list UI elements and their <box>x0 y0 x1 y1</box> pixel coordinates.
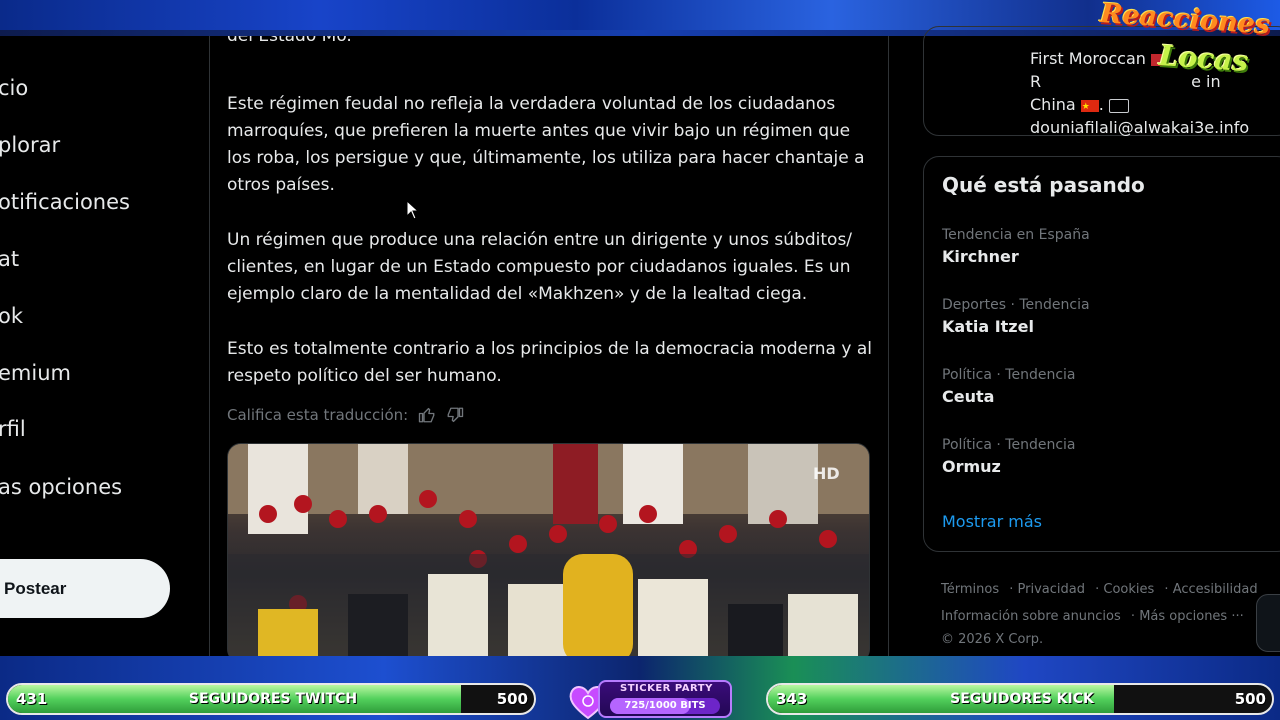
nav-item-inicio[interactable]: cio <box>0 76 28 100</box>
right-sidebar: First Moroccan Re in China . douniafilal… <box>890 26 1280 656</box>
nav-item-premium[interactable]: emium <box>0 361 71 385</box>
nav-item-chat[interactable]: at <box>0 247 19 271</box>
post-paragraph-2: Un régimen que produce una relación entr… <box>227 230 853 304</box>
footer-link-privacidad[interactable]: Privacidad <box>1018 582 1085 597</box>
trend-context: Tendencia en España <box>942 227 1090 243</box>
footer-copyright: © 2026 X Corp. <box>941 632 1044 647</box>
footer-link-terminos[interactable]: Términos <box>941 582 999 597</box>
trend-item[interactable]: Política · Tendencia Ormuz <box>942 435 1076 479</box>
sticker-party-bar: 725/1000 BITS <box>610 698 720 714</box>
grok-floating-button[interactable] <box>1256 594 1280 652</box>
bio-email-link[interactable]: douniafilali@alwakai3e.info <box>1030 116 1280 139</box>
trend-item[interactable]: Tendencia en España Kirchner <box>942 225 1090 269</box>
trend-item[interactable]: Política · Tendencia Ceuta <box>942 365 1076 409</box>
show-more-link[interactable]: Mostrar más <box>942 512 1042 531</box>
footer-link-accesibilidad[interactable]: Accesibilidad <box>1173 582 1258 597</box>
kick-followers-goal-bar: 343 SEGUIDORES KICK 500 <box>766 683 1274 715</box>
twitch-goal-label: SEGUIDORES TWITCH <box>188 691 358 707</box>
nav-item-explorar[interactable]: plorar <box>0 133 60 157</box>
sticker-party-widget: STICKER PARTY 725/1000 BITS <box>598 680 732 718</box>
post-button[interactable]: Postear <box>0 559 170 618</box>
nav-item-notificaciones[interactable]: otificaciones <box>0 190 130 214</box>
trend-context: Política · Tendencia <box>942 437 1076 453</box>
trend-name: Kirchner <box>942 247 1019 266</box>
twitch-goal-target: 500 <box>496 690 528 708</box>
post-paragraph-1: Este régimen feudal no refleja la verdad… <box>227 94 865 195</box>
trend-context: Deportes · Tendencia <box>942 297 1090 313</box>
ceremony-photo: HD <box>228 444 869 656</box>
envelope-icon <box>1108 98 1129 113</box>
nav-item-mas-opciones[interactable]: as opciones <box>0 475 122 499</box>
left-navigation: cio plorar otificaciones at ok emium rfi… <box>0 36 210 656</box>
footer-link-mas-opciones[interactable]: Más opciones ··· <box>1139 609 1244 624</box>
footer-link-anuncios[interactable]: Información sobre anuncios <box>941 609 1121 624</box>
trends-title: Qué está pasando <box>942 173 1145 197</box>
trend-name: Ceuta <box>942 387 995 406</box>
rate-translation-label: Califica esta traducción: <box>227 406 409 424</box>
trend-name: Ormuz <box>942 457 1001 476</box>
nav-item-grok[interactable]: ok <box>0 304 23 328</box>
post-paragraph-3: Esto es totalmente contrario a los princ… <box>227 339 872 386</box>
rate-translation-row: Califica esta traducción: <box>227 406 464 424</box>
sticker-party-count: 725/1000 BITS <box>624 700 706 711</box>
sidebar-footer: Términos · Privacidad · Cookies · Accesi… <box>941 576 1271 650</box>
trend-item[interactable]: Deportes · Tendencia Katia Itzel <box>942 295 1090 339</box>
post-text-partial: del Estado Mo. <box>227 36 877 63</box>
post-detail-column: del Estado Mo. Este régimen feudal no re… <box>211 36 889 656</box>
bio-line-2: China <box>1030 95 1076 114</box>
post-text-partial-line: del Estado Mo. <box>227 36 352 46</box>
thumbs-down-icon[interactable] <box>446 406 464 424</box>
kick-goal-label: SEGUIDORES KICK <box>950 691 1094 707</box>
logo-line-1: Reacciones <box>1098 0 1271 41</box>
china-flag-icon <box>1080 96 1099 119</box>
trends-card: Qué está pasando Tendencia en España Kir… <box>923 156 1280 552</box>
trend-name: Katia Itzel <box>942 317 1034 336</box>
post-media-image[interactable]: HD <box>227 443 870 656</box>
bio-line-1-end: R <box>1030 72 1042 91</box>
sticker-party-title: STICKER PARTY <box>620 683 713 694</box>
mouse-cursor-icon <box>406 200 420 220</box>
svg-text:HD: HD <box>813 464 840 483</box>
kick-goal-target: 500 <box>1234 690 1266 708</box>
footer-link-cookies[interactable]: Cookies <box>1103 582 1154 597</box>
twitch-followers-goal-bar: 431 SEGUIDORES TWITCH 500 <box>6 683 536 715</box>
bio-line-2-suffix: . <box>1098 95 1104 114</box>
nav-item-perfil[interactable]: rfil <box>0 417 26 441</box>
logo-line-2: Locas <box>1157 38 1250 79</box>
trend-context: Política · Tendencia <box>942 367 1076 383</box>
thumbs-up-icon[interactable] <box>418 406 436 424</box>
reacciones-locas-logo: Reacciones Locas <box>1084 0 1276 86</box>
